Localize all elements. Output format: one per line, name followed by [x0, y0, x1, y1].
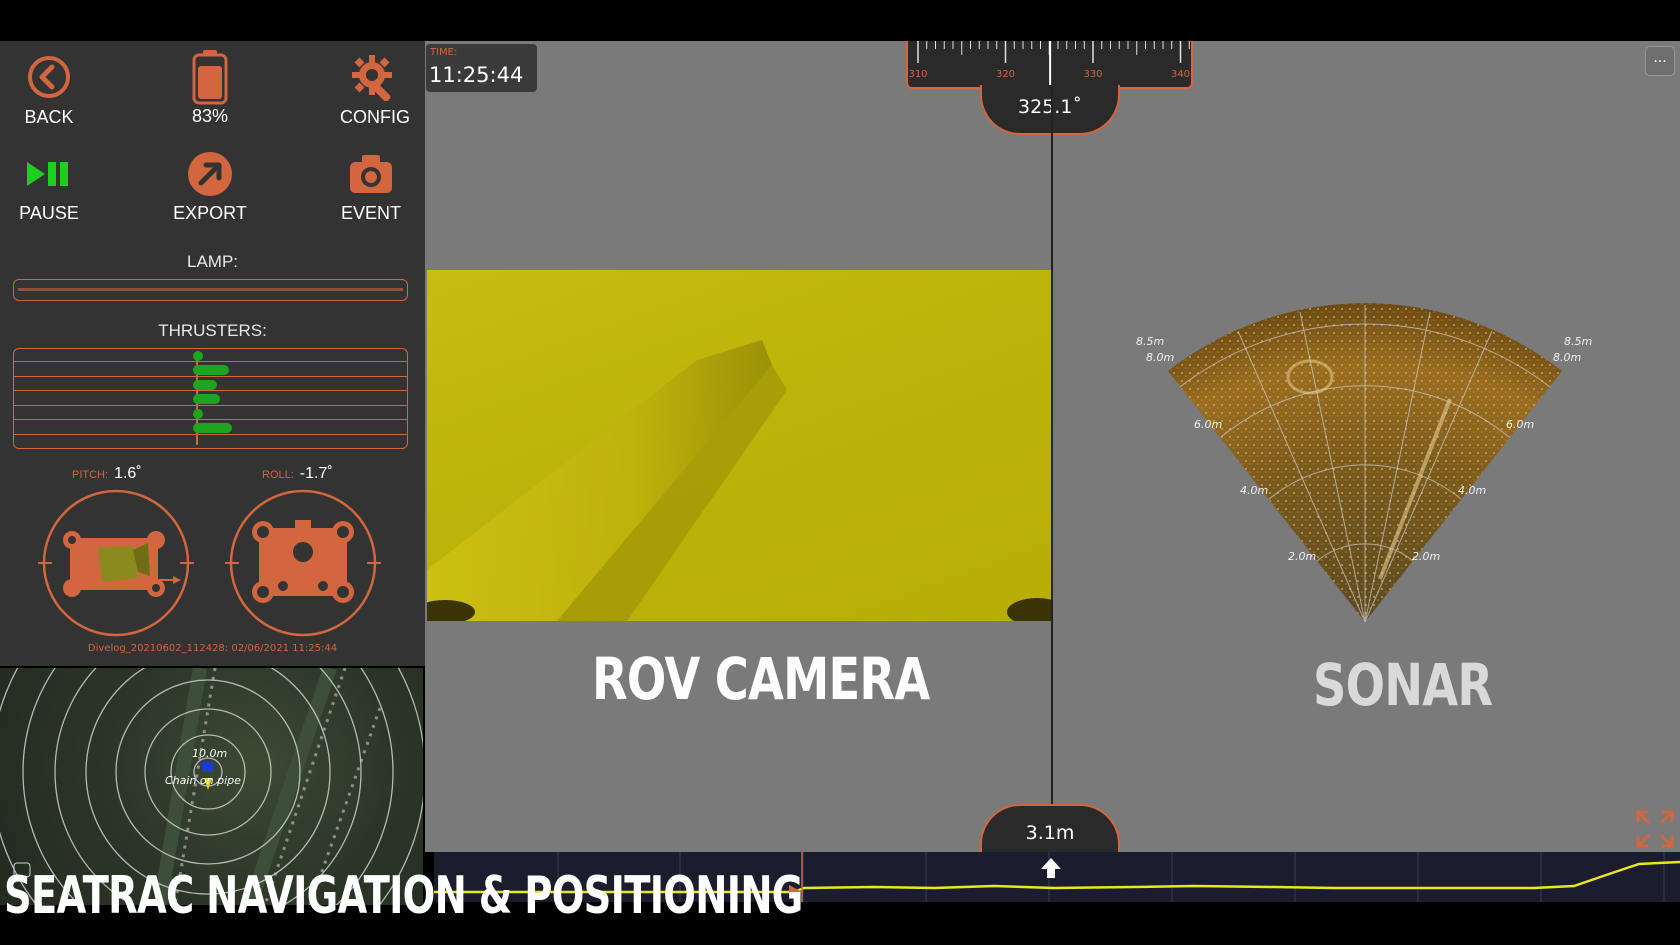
pitch-key: PITCH:	[72, 469, 109, 481]
config-icon	[352, 55, 392, 101]
event-button[interactable]: EVENT	[316, 151, 426, 224]
camera-icon	[350, 155, 392, 193]
thruster-gridline	[14, 448, 407, 449]
map-poi-label: Chain on pipe	[165, 774, 241, 787]
thruster-gridline	[14, 376, 407, 377]
export-icon	[188, 152, 232, 196]
pitch-gauge	[38, 489, 194, 637]
thruster-bar	[193, 365, 229, 375]
sonar-range-label-left: 4.0m	[1240, 484, 1269, 497]
control-panel: BACK 83% CONFIG PAUSE EXPORT EVENT LAMP:…	[0, 41, 425, 666]
heading-readout: 325.1˚	[980, 85, 1120, 135]
compass-tick-label: 320	[996, 69, 1015, 80]
battery-percent: 83%	[191, 106, 229, 126]
sonar-display	[1168, 303, 1562, 623]
sonar-range-label-left: 8.0m	[1146, 351, 1175, 364]
rov-side-icon	[63, 531, 181, 597]
roll-key: ROLL:	[262, 469, 294, 481]
sonar-range-label-left: 2.0m	[1288, 550, 1317, 563]
thruster-gridline	[14, 390, 407, 391]
thruster-gridline	[14, 419, 407, 420]
thruster-gridline	[14, 405, 407, 406]
event-label: EVENT	[340, 203, 401, 223]
pitch-value: 1.6˚	[114, 465, 142, 482]
compass-ticks: 310 320 330 340	[908, 41, 1190, 87]
pause-label: PAUSE	[19, 203, 79, 223]
view-divider[interactable]	[1051, 87, 1053, 852]
up-arrow-icon	[1041, 858, 1061, 878]
thruster-gridline	[14, 361, 407, 362]
time-readout: TIME: 11:25:44	[426, 44, 537, 92]
back-button[interactable]: BACK	[0, 53, 104, 128]
sonar-range-label-right: 2.0m	[1412, 550, 1441, 563]
lamp-slider[interactable]	[13, 279, 408, 301]
thrusters-label: THRUSTERS:	[158, 321, 267, 340]
sonar-range-label-right: 6.0m	[1506, 418, 1535, 431]
roll-gauge	[225, 489, 381, 637]
divelog-status: Divelog_20210602_112428: 02/06/2021 11:2…	[87, 643, 338, 654]
compass-tick-label: 330	[1083, 69, 1102, 80]
time-key: TIME:	[430, 47, 458, 58]
compass-tape: 310 320 330 340	[906, 41, 1193, 89]
rov-front-icon	[252, 520, 354, 603]
heading-value: 325.1˚	[1018, 96, 1082, 118]
pause-button[interactable]: PAUSE	[0, 151, 104, 224]
lamp-label: LAMP:	[186, 252, 239, 271]
sonar-range-label-left: 8.5m	[1136, 335, 1165, 348]
thruster-gridline	[14, 434, 407, 435]
camera-scene	[427, 340, 1051, 621]
roll-value: -1.7˚	[299, 465, 333, 482]
battery-icon	[192, 50, 228, 105]
pitch-readout: PITCH: 1.6˚	[72, 465, 142, 483]
thrusters-display	[13, 348, 408, 449]
thruster-bar	[193, 351, 203, 361]
map-range-label: 10.0m	[192, 747, 228, 760]
rov-app: BACK 83% CONFIG PAUSE EXPORT EVENT LAMP:…	[0, 41, 1680, 905]
back-icon	[28, 56, 70, 98]
roll-readout: ROLL: -1.7˚	[262, 465, 333, 483]
depth-readout: 3.1m	[980, 804, 1120, 854]
sonar-range-label-left: 6.0m	[1194, 418, 1223, 431]
depth-value: 3.1m	[1025, 822, 1075, 844]
thruster-bar	[193, 394, 220, 404]
rov-camera-feed	[427, 270, 1051, 621]
sonar-range-label-right: 8.5m	[1564, 335, 1593, 348]
thruster-bar	[193, 423, 232, 433]
video-caption: SEATRAC NAVIGATION & POSITIONING	[4, 866, 803, 926]
more-menu-button[interactable]: ...	[1645, 46, 1675, 76]
thruster-bar	[193, 380, 217, 390]
thruster-bar	[193, 409, 203, 419]
sonar-range-label-right: 4.0m	[1458, 484, 1487, 497]
config-label: CONFIG	[340, 107, 410, 127]
sonar-range-label-right: 8.0m	[1553, 351, 1582, 364]
compass-tick-label: 310	[908, 69, 927, 80]
config-button[interactable]: CONFIG	[320, 53, 430, 128]
expand-icon[interactable]	[1635, 809, 1675, 849]
sonar-overlay-title: SONAR	[1313, 651, 1493, 719]
battery-indicator: 83%	[155, 49, 265, 127]
export-button[interactable]: EXPORT	[155, 151, 265, 224]
time-value: 11:25:44	[429, 63, 524, 87]
back-label: BACK	[24, 107, 74, 127]
camera-overlay-title: ROV CAMERA	[592, 645, 930, 713]
compass-tick-label: 340	[1171, 69, 1190, 80]
export-label: EXPORT	[173, 203, 247, 223]
play-pause-icon	[27, 162, 68, 186]
